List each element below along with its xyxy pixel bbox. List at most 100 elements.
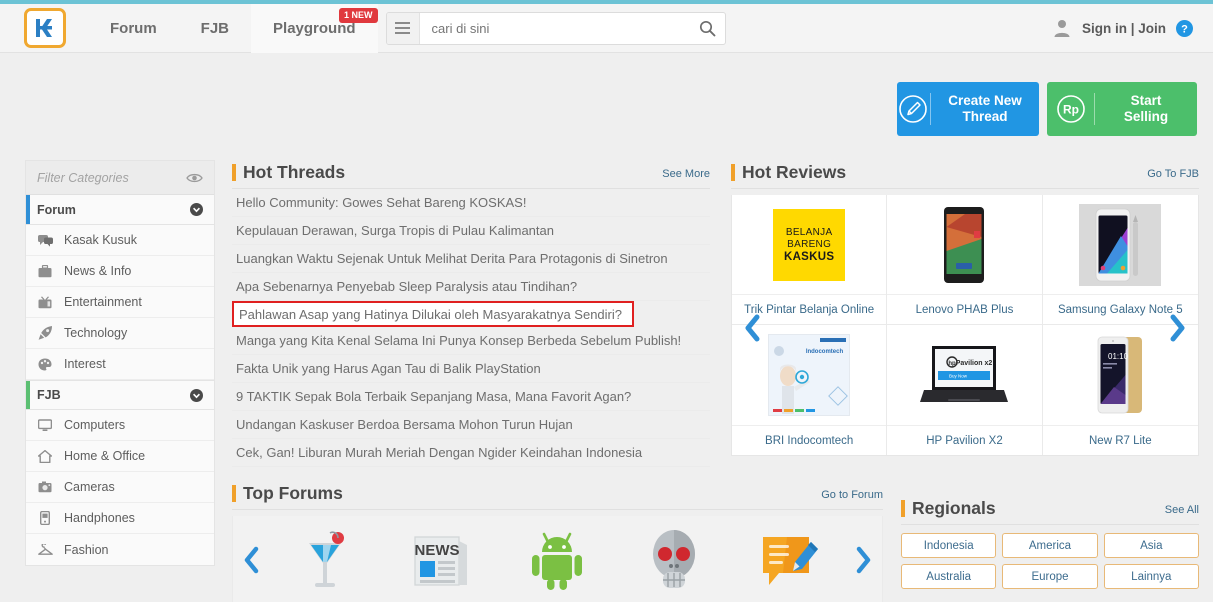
sidebar-item-fashion[interactable]: Fashion [26, 534, 214, 565]
thread-item[interactable]: Hello Community: Gowes Sehat Bareng KOSK… [232, 189, 710, 217]
group-accent-bar [26, 381, 30, 409]
hanger-icon [37, 543, 53, 556]
thread-title: Kepulauan Derawan, Surga Tropis di Pulau… [236, 223, 554, 238]
search-icon [699, 20, 716, 36]
banner-line-3: KASKUS [783, 250, 835, 263]
sidebar-item-entertainment[interactable]: Entertainment [26, 287, 214, 318]
sidebar-item-label: Technology [64, 326, 128, 340]
thread-item-highlighted[interactable]: Pahlawan Asap yang Hatinya Dilukai oleh … [232, 301, 634, 327]
panel-accent-bar [232, 164, 236, 181]
skull-icon [652, 529, 695, 588]
sidebar-item-label: Cameras [64, 480, 115, 494]
android-robot-icon [532, 532, 583, 590]
review-caption: New R7 Lite [1042, 425, 1198, 455]
region-button-asia[interactable]: Asia [1103, 533, 1199, 558]
sidebar-group-forum[interactable]: Forum [26, 195, 214, 225]
chevron-left-icon [244, 546, 259, 573]
thread-item[interactable]: 9 TAKTIK Sepak Bola Terbaik Sepanjang Ma… [232, 383, 710, 411]
sidebar-item-handphones[interactable]: Handphones [26, 503, 214, 534]
section-title: Top Forums [243, 483, 343, 503]
carousel-next-button[interactable] [854, 546, 872, 574]
panel-accent-bar [901, 500, 905, 517]
page-root: Forum FJB Playground 1 NEW cari di sini … [0, 0, 1213, 602]
see-more-link[interactable]: See More [662, 168, 710, 182]
monitor-icon [37, 418, 53, 432]
start-selling-button[interactable]: Rp Start Selling [1047, 82, 1197, 136]
svg-text:Buy Now: Buy Now [949, 374, 968, 379]
thread-item[interactable]: Luangkan Waktu Sejenak Untuk Melihat Der… [232, 245, 710, 273]
banner-line-2: BARENG [787, 238, 832, 250]
reviews-next-button[interactable] [1167, 313, 1187, 348]
thread-title: 9 TAKTIK Sepak Bola Terbaik Sepanjang Ma… [236, 389, 632, 404]
section-title: Hot Reviews [742, 162, 847, 182]
review-card[interactable]: Samsung Galaxy Note 5 [1042, 195, 1198, 325]
svg-text:NEWS: NEWS [415, 542, 460, 559]
camera-icon [37, 481, 53, 493]
eye-icon[interactable] [186, 172, 203, 184]
nav-item-forum[interactable]: Forum [88, 4, 179, 53]
region-button-america[interactable]: America [1002, 533, 1098, 558]
region-button-lainnya[interactable]: Lainnya [1103, 564, 1199, 589]
review-card[interactable]: BELANJA BARENG KASKUS Trik Pintar Belanj… [732, 195, 888, 325]
sidebar-item-technology[interactable]: Technology [26, 318, 214, 349]
top-forums-carousel: NEWS [232, 516, 883, 602]
thread-item[interactable]: Manga yang Kita Kenal Selama Ini Punya K… [232, 327, 710, 355]
reviews-prev-button[interactable] [743, 313, 763, 348]
sidebar-item-label: Entertainment [64, 295, 142, 309]
thread-title: Hello Community: Gowes Sehat Bareng KOSK… [236, 195, 527, 210]
pencil-circle-icon [897, 93, 931, 125]
sign-in-join-link[interactable]: Sign in | Join [1082, 21, 1166, 36]
thread-item[interactable]: Fakta Unik yang Harus Agan Tau di Balik … [232, 355, 710, 383]
thread-item[interactable]: Undangan Kaskuser Berdoa Bersama Mohon T… [232, 411, 710, 439]
review-card[interactable]: hp Pavilion x2 Buy Now HP Pavilion X2 [887, 325, 1043, 455]
forum-tile[interactable]: NEWS [399, 531, 483, 589]
sidebar-item-news-info[interactable]: News & Info [26, 256, 214, 287]
nav-item-playground[interactable]: Playground 1 NEW [251, 3, 378, 53]
category-sidebar: Filter Categories Forum Kasak Kusuk News… [25, 160, 215, 566]
thread-title: Cek, Gan! Liburan Murah Meriah Dengan Ng… [236, 445, 643, 460]
newspaper-icon: NEWS [414, 535, 468, 586]
review-card[interactable]: Lenovo PHAB Plus [887, 195, 1043, 325]
thread-item[interactable]: Apa Sebenarnya Penyebab Sleep Paralysis … [232, 273, 710, 301]
create-new-thread-button[interactable]: Create New Thread [897, 82, 1039, 136]
hamburger-menu-icon[interactable] [386, 12, 420, 44]
see-all-link[interactable]: See All [1165, 504, 1199, 518]
region-button-europe[interactable]: Europe [1002, 564, 1098, 589]
go-to-fjb-link[interactable]: Go To FJB [1147, 168, 1199, 182]
tv-icon [37, 295, 53, 309]
region-button-australia[interactable]: Australia [901, 564, 997, 589]
chevron-right-icon [856, 546, 871, 573]
kaskus-logo[interactable] [24, 8, 66, 48]
sidebar-item-kasak-kusuk[interactable]: Kasak Kusuk [26, 225, 214, 256]
thread-item[interactable]: Cek, Gan! Liburan Murah Meriah Dengan Ng… [232, 439, 710, 467]
review-caption: HP Pavilion X2 [887, 425, 1042, 455]
samsung-note5-photo [1043, 195, 1198, 294]
carousel-prev-button[interactable] [243, 546, 261, 574]
region-button-indonesia[interactable]: Indonesia [901, 533, 997, 558]
forum-tile[interactable] [283, 529, 367, 591]
chevron-down-icon[interactable] [190, 203, 203, 216]
forum-tile[interactable] [748, 531, 832, 589]
panel-accent-bar [731, 164, 735, 181]
thread-item[interactable]: Kepulauan Derawan, Surga Tropis di Pulau… [232, 217, 710, 245]
forum-tile[interactable] [515, 530, 599, 590]
chevron-down-icon[interactable] [190, 388, 203, 402]
nav-item-fjb[interactable]: FJB [179, 4, 251, 53]
svg-text:01:10: 01:10 [1108, 352, 1129, 361]
sidebar-item-cameras[interactable]: Cameras [26, 472, 214, 503]
sidebar-group-fjb[interactable]: FJB [26, 380, 214, 410]
help-button[interactable]: ? [1176, 19, 1193, 37]
forum-tile[interactable] [632, 528, 716, 592]
filter-categories-row[interactable]: Filter Categories [26, 161, 214, 195]
sidebar-item-home-office[interactable]: Home & Office [26, 441, 214, 472]
sidebar-item-interest[interactable]: Interest [26, 349, 214, 380]
nav-label: FJB [200, 19, 230, 37]
svg-text:?: ? [1181, 23, 1188, 35]
region-label: Australia [926, 570, 972, 583]
phone-photo [944, 206, 985, 283]
search-button[interactable] [691, 13, 725, 44]
search-input[interactable] [419, 12, 691, 44]
robot-woman-illustration [780, 364, 811, 414]
sidebar-item-computers[interactable]: Computers [26, 410, 214, 441]
go-to-forum-link[interactable]: Go to Forum [821, 489, 883, 503]
